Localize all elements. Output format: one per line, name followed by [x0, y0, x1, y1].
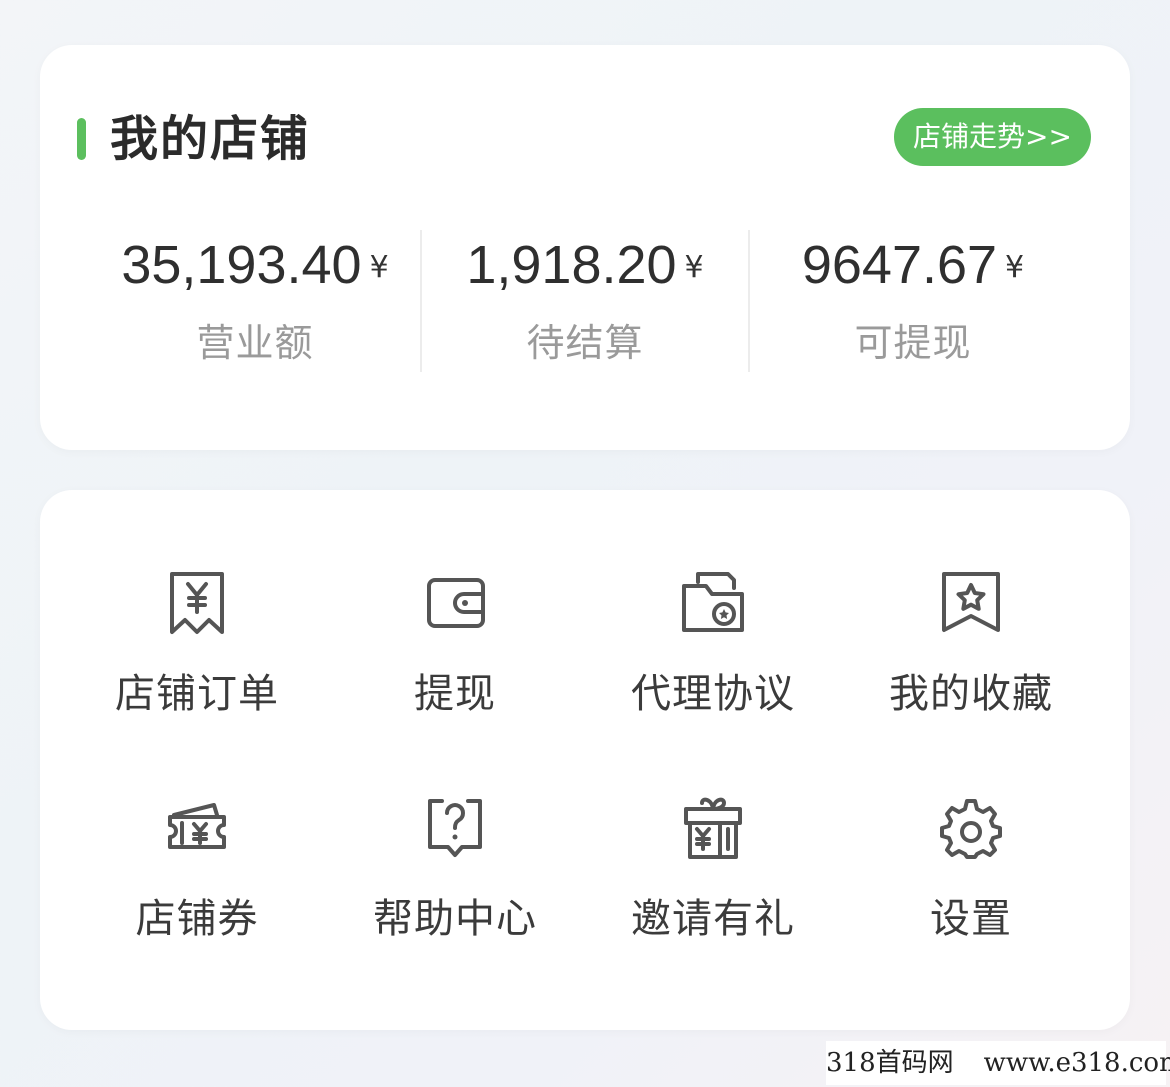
stat-pending-label: 待结算 — [526, 321, 644, 365]
wallet-icon — [420, 568, 490, 638]
menu-item-label: 邀请有礼 — [631, 896, 795, 942]
coupon-ticket-icon — [162, 793, 232, 863]
stat-withdrawable[interactable]: 9647.67 ¥ 可提现 — [748, 230, 1078, 367]
gift-yen-icon — [678, 793, 748, 863]
stat-withdrawable-value: 9647.67 — [801, 235, 998, 295]
menu-item-label: 提现 — [414, 671, 496, 717]
stat-pending[interactable]: 1,918.20 ¥ 待结算 — [420, 230, 750, 367]
bookmark-star-icon — [936, 568, 1006, 638]
watermark: 318首码网 www.e318.com — [826, 1041, 1170, 1085]
menu-item-label: 代理协议 — [631, 671, 795, 717]
menu-item-withdraw[interactable]: 提现 — [325, 568, 585, 758]
gear-icon — [936, 793, 1006, 863]
shop-summary-card: 我的店铺 店铺走势>> 35,193.40 ¥ 营业额 1,918.20 ¥ 待结算… — [40, 45, 1130, 450]
menu-item-shop-orders[interactable]: 店铺订单 — [67, 568, 327, 758]
stat-revenue-label: 营业额 — [196, 321, 314, 365]
menu-item-label: 店铺订单 — [115, 671, 279, 717]
watermark-site-name: 318首码网 — [826, 1048, 954, 1078]
shop-title: 我的店铺 — [110, 111, 311, 167]
stat-revenue-value: 35,193.40 — [121, 235, 362, 295]
folder-document-icon — [678, 568, 748, 638]
stat-revenue-currency: ¥ — [369, 250, 389, 285]
stat-revenue[interactable]: 35,193.40 ¥ 营业额 — [90, 230, 420, 367]
menu-item-invite-reward[interactable]: 邀请有礼 — [583, 793, 843, 983]
stat-pending-currency: ¥ — [684, 250, 704, 285]
stat-withdrawable-label: 可提现 — [854, 321, 972, 365]
menu-item-shop-coupons[interactable]: 店铺券 — [67, 793, 327, 983]
menu-item-my-favorites[interactable]: 我的收藏 — [841, 568, 1101, 758]
title-accent-bar — [77, 118, 86, 160]
menu-item-label: 我的收藏 — [889, 671, 1053, 717]
receipt-yen-icon — [162, 568, 232, 638]
shop-trend-button[interactable]: 店铺走势>> — [894, 108, 1091, 166]
menu-item-settings[interactable]: 设置 — [841, 793, 1101, 983]
watermark-site-url: www.e318.com — [983, 1048, 1170, 1078]
help-question-icon — [420, 793, 490, 863]
menu-item-label: 店铺券 — [135, 896, 259, 942]
stat-withdrawable-currency: ¥ — [1005, 250, 1025, 285]
menu-item-agent-agreement[interactable]: 代理协议 — [583, 568, 843, 758]
menu-card: 店铺订单 提现 代理协议 我的收藏 店铺券 帮助中心 邀请有礼 设置 — [40, 490, 1130, 1030]
menu-item-label: 设置 — [930, 896, 1012, 942]
menu-item-label: 帮助中心 — [373, 896, 537, 942]
menu-item-help-center[interactable]: 帮助中心 — [325, 793, 585, 983]
stat-pending-value: 1,918.20 — [466, 235, 677, 295]
